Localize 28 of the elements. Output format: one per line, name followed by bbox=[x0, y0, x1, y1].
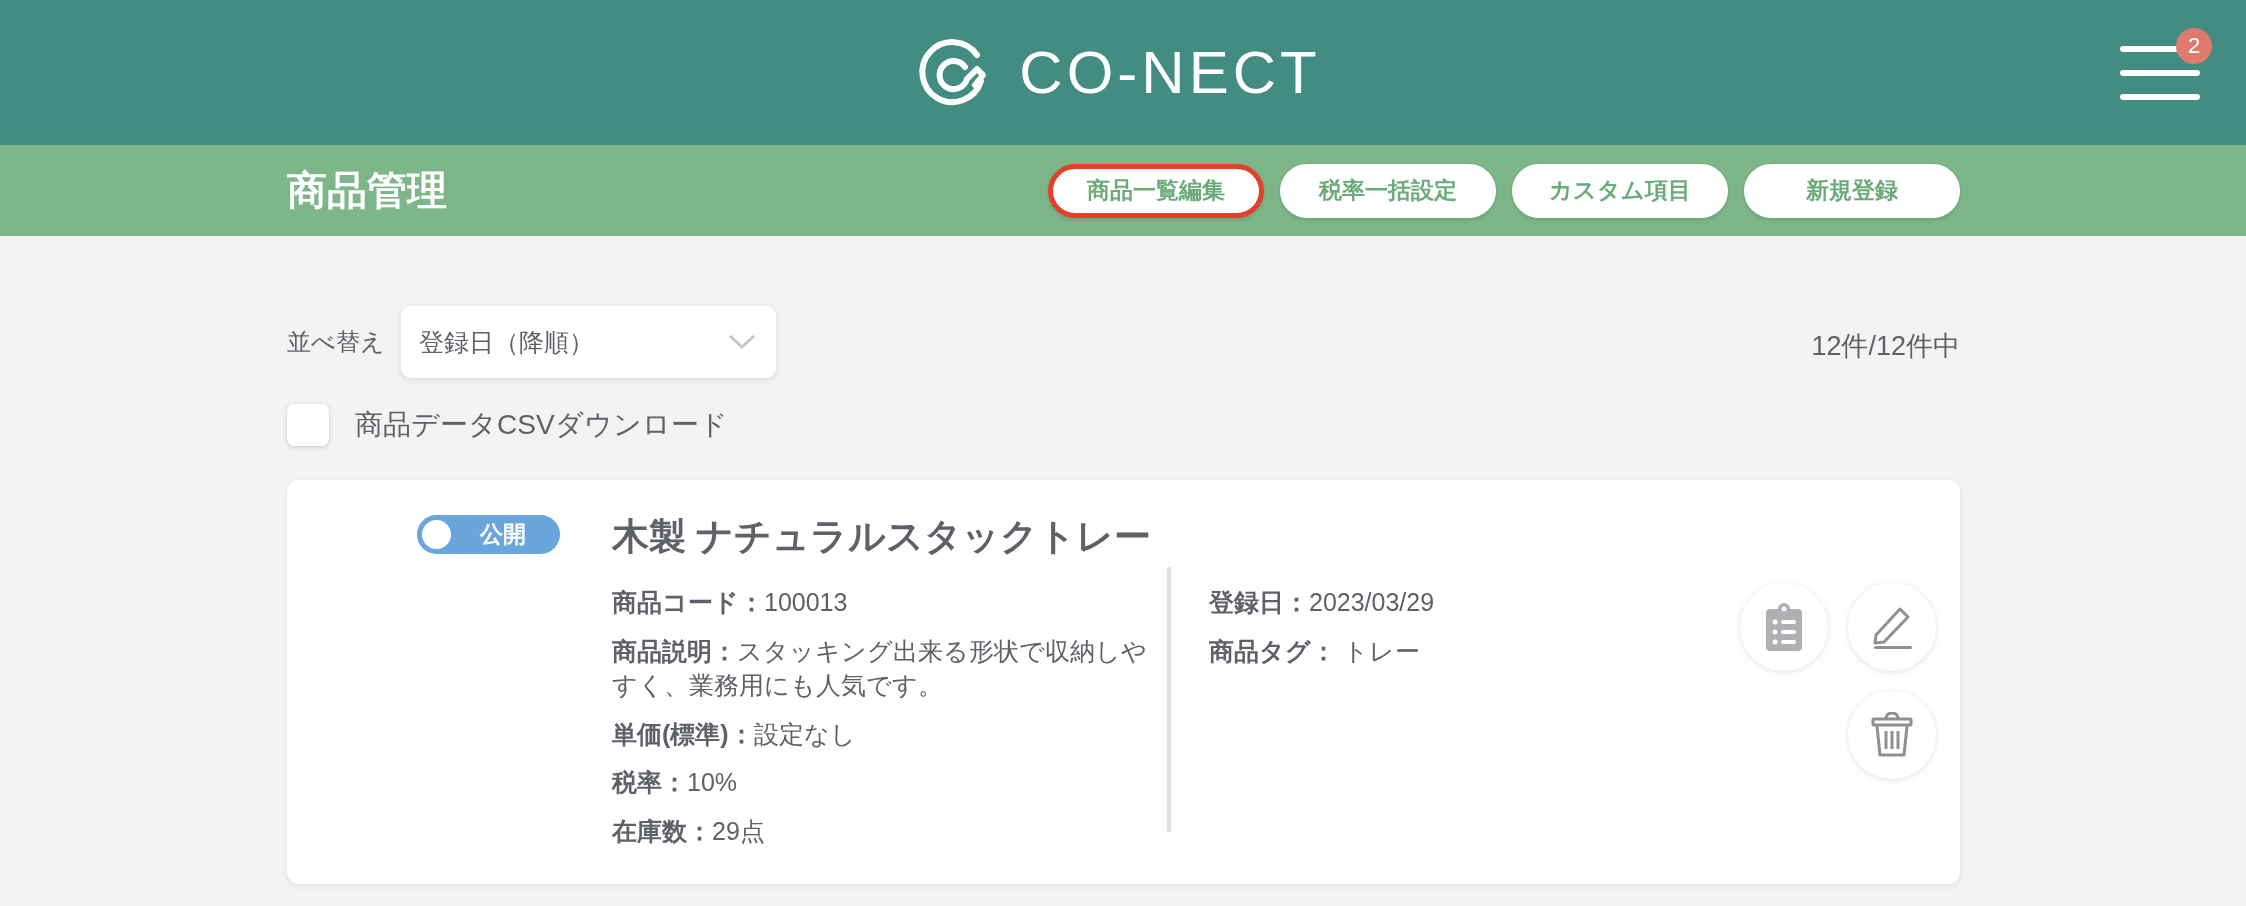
action-button[interactable]: 税率一括設定 bbox=[1280, 163, 1496, 218]
sort-label: 並べ替え bbox=[287, 327, 385, 357]
detail-text: 税率：10% bbox=[612, 767, 739, 799]
action-button[interactable]: 新規登録 bbox=[1744, 163, 1960, 218]
delete-button[interactable] bbox=[1848, 691, 1936, 779]
product-name: 木製 ナチュラルスタックトレー bbox=[612, 515, 1153, 559]
detail-text: 単価(標準)：設定なし bbox=[612, 718, 857, 750]
notification-badge: 2 bbox=[2176, 28, 2212, 64]
details-button[interactable] bbox=[1740, 583, 1828, 671]
page-title: 商品管理 bbox=[287, 167, 448, 214]
edit-button[interactable] bbox=[1848, 583, 1936, 671]
detail-text: 商品タグ： トレー bbox=[1209, 635, 1421, 667]
pencil-icon bbox=[1872, 605, 1912, 649]
action-button[interactable]: カスタム項目 bbox=[1512, 163, 1728, 218]
sort-dropdown[interactable]: 登録日（降順） bbox=[401, 306, 776, 378]
detail-text: 商品説明：スタッキング出来る形状で収納しやすく、業務用にも人気です。 bbox=[612, 635, 1148, 702]
detail-text: 在庫数：29点 bbox=[612, 815, 766, 847]
detail-text: 商品コード：100013 bbox=[612, 587, 849, 619]
checkbox[interactable] bbox=[287, 404, 329, 446]
action-button[interactable]: 商品一覧編集 bbox=[1048, 163, 1264, 218]
result-count: 12件/12件中 bbox=[1811, 330, 1960, 363]
clipboard-list-icon bbox=[1766, 603, 1802, 651]
chevron-down-icon bbox=[728, 334, 756, 350]
checkbox-label: 商品データCSVダウンロード bbox=[355, 408, 728, 442]
trash-icon bbox=[1871, 712, 1913, 758]
publish-toggle[interactable]: 公開 bbox=[417, 515, 560, 554]
detail-text: 登録日：2023/03/29 bbox=[1209, 587, 1435, 619]
logo-text: CO-NECT bbox=[1019, 38, 1321, 107]
